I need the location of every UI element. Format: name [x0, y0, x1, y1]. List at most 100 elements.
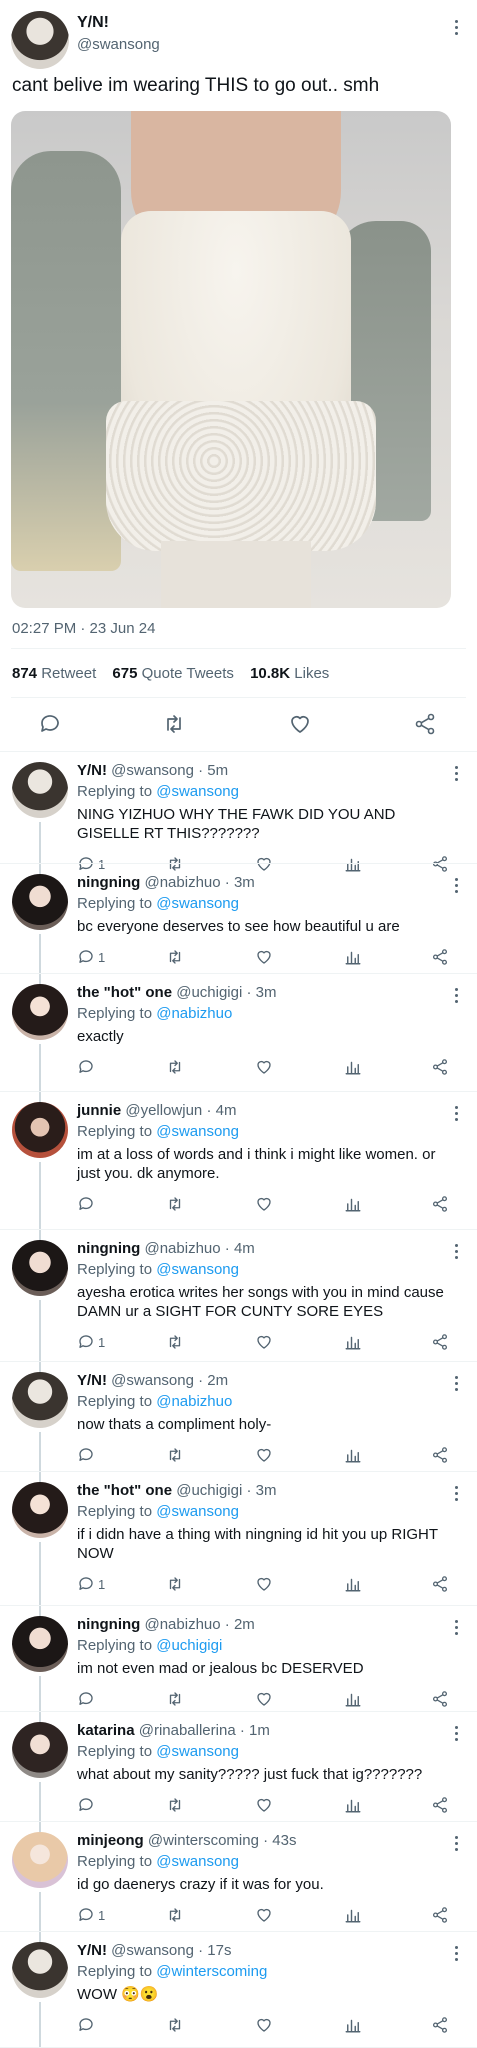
- like-count[interactable]: 10.8K: [250, 665, 290, 682]
- reply-tweet[interactable]: ningning @nabizhuo · 2m Replying to @uchi…: [0, 1606, 477, 1722]
- like-icon[interactable]: [255, 948, 273, 966]
- reply-author-name[interactable]: ningning: [77, 874, 140, 891]
- reply-time[interactable]: 17s: [207, 1942, 231, 1959]
- retweet-icon[interactable]: [166, 1333, 184, 1351]
- reply-author-handle[interactable]: @yellowjun: [125, 1102, 202, 1119]
- reply-button[interactable]: 1: [77, 948, 105, 966]
- like-icon[interactable]: [255, 1906, 273, 1924]
- replying-to-handle[interactable]: @swansong: [156, 1503, 239, 1520]
- retweet-count[interactable]: 874: [12, 665, 37, 682]
- quote-count[interactable]: 675: [112, 665, 137, 682]
- replying-to-handle[interactable]: @nabizhuo: [156, 1005, 232, 1022]
- share-icon[interactable]: [431, 1690, 449, 1708]
- reply-tweet[interactable]: ningning @nabizhuo · 3m Replying to @swan…: [0, 864, 477, 984]
- analytics-icon[interactable]: [344, 1446, 362, 1464]
- analytics-icon[interactable]: [344, 1333, 362, 1351]
- like-label[interactable]: Likes: [294, 665, 329, 682]
- like-icon[interactable]: [255, 1796, 273, 1814]
- more-icon[interactable]: [455, 766, 459, 782]
- analytics-icon[interactable]: [344, 1906, 362, 1924]
- replying-to-handle[interactable]: @swansong: [156, 895, 239, 912]
- retweet-icon[interactable]: [166, 1796, 184, 1814]
- analytics-icon[interactable]: [344, 948, 362, 966]
- reply-button[interactable]: [77, 1195, 98, 1213]
- reply-author-handle[interactable]: @nabizhuo: [144, 1616, 220, 1633]
- more-icon[interactable]: [455, 1486, 459, 1502]
- reply-button[interactable]: [77, 1446, 98, 1464]
- share-icon[interactable]: [431, 1058, 449, 1076]
- share-icon[interactable]: [431, 2016, 449, 2034]
- share-icon[interactable]: [431, 1195, 449, 1213]
- reply-author-handle[interactable]: @swansong: [111, 1372, 194, 1389]
- replying-to-handle[interactable]: @swansong: [156, 1853, 239, 1870]
- reply-author-name[interactable]: ningning: [77, 1240, 140, 1257]
- avatar[interactable]: [12, 874, 68, 930]
- analytics-icon[interactable]: [344, 2016, 362, 2034]
- reply-author-name[interactable]: junnie: [77, 1102, 121, 1119]
- reply-author-name[interactable]: the "hot" one: [77, 984, 172, 1001]
- reply-author-handle[interactable]: @rinaballerina: [139, 1722, 236, 1739]
- reply-time[interactable]: 1m: [249, 1722, 270, 1739]
- like-icon[interactable]: [255, 1575, 273, 1593]
- more-icon[interactable]: [455, 20, 459, 36]
- avatar[interactable]: [12, 1102, 68, 1158]
- reply-tweet[interactable]: junnie @yellowjun · 4m Replying to @swans…: [0, 1092, 477, 1240]
- share-icon[interactable]: [431, 1575, 449, 1593]
- analytics-icon[interactable]: [344, 1575, 362, 1593]
- retweet-icon[interactable]: [166, 1575, 184, 1593]
- retweet-icon[interactable]: [166, 2016, 184, 2034]
- reply-author-name[interactable]: Y/N!: [77, 762, 107, 779]
- retweet-icon[interactable]: [166, 1690, 184, 1708]
- reply-tweet[interactable]: Y/N! @swansong · 2m Replying to @nabizhuo…: [0, 1362, 477, 1482]
- share-icon[interactable]: [431, 1446, 449, 1464]
- share-icon[interactable]: [431, 1333, 449, 1351]
- replying-to-handle[interactable]: @swansong: [156, 1743, 239, 1760]
- tweet-photo[interactable]: [11, 111, 451, 608]
- retweet-icon[interactable]: [166, 1058, 184, 1076]
- analytics-icon[interactable]: [344, 1796, 362, 1814]
- reply-time[interactable]: 3m: [256, 1482, 277, 1499]
- more-icon[interactable]: [455, 878, 459, 894]
- reply-tweet[interactable]: the "hot" one @uchigigi · 3m Replying to …: [0, 974, 477, 1102]
- reply-tweet[interactable]: the "hot" one @uchigigi · 3m Replying to …: [0, 1472, 477, 1616]
- reply-tweet[interactable]: katarina @rinaballerina · 1m Replying to …: [0, 1712, 477, 1832]
- reply-author-handle[interactable]: @nabizhuo: [144, 1240, 220, 1257]
- avatar[interactable]: [12, 1372, 68, 1428]
- avatar[interactable]: [12, 1482, 68, 1538]
- more-icon[interactable]: [455, 1106, 459, 1122]
- reply-author-handle[interactable]: @swansong: [111, 762, 194, 779]
- reply-author-handle[interactable]: @uchigigi: [176, 984, 242, 1001]
- reply-tweet[interactable]: minjeong @winterscoming · 43s Replying to…: [0, 1822, 477, 1942]
- replying-to-handle[interactable]: @swansong: [156, 1123, 239, 1140]
- analytics-icon[interactable]: [344, 1690, 362, 1708]
- retweet-icon[interactable]: [166, 1906, 184, 1924]
- avatar[interactable]: [12, 1722, 68, 1778]
- reply-author-handle[interactable]: @swansong: [111, 1942, 194, 1959]
- replying-to-handle[interactable]: @winterscoming: [156, 1963, 267, 1980]
- reply-tweet[interactable]: ningning @nabizhuo · 4m Replying to @swan…: [0, 1230, 477, 1372]
- more-icon[interactable]: [455, 1726, 459, 1742]
- reply-time[interactable]: 3m: [256, 984, 277, 1001]
- like-icon[interactable]: [255, 1690, 273, 1708]
- reply-author-name[interactable]: Y/N!: [77, 1942, 107, 1959]
- replying-to-handle[interactable]: @uchigigi: [156, 1637, 222, 1654]
- reply-button[interactable]: [77, 2016, 98, 2034]
- reply-author-name[interactable]: Y/N!: [77, 1372, 107, 1389]
- avatar[interactable]: [12, 1942, 68, 1998]
- reply-time[interactable]: 5m: [207, 762, 228, 779]
- replying-to-handle[interactable]: @swansong: [156, 1261, 239, 1278]
- reply-tweet[interactable]: Y/N! @swansong · 17s Replying to @winters…: [0, 1932, 477, 2048]
- reply-button[interactable]: 1: [77, 1906, 105, 1924]
- retweet-icon[interactable]: [166, 1195, 184, 1213]
- reply-time[interactable]: 4m: [216, 1102, 237, 1119]
- reply-author-handle[interactable]: @uchigigi: [176, 1482, 242, 1499]
- avatar[interactable]: [11, 11, 69, 69]
- like-icon[interactable]: [255, 1195, 273, 1213]
- avatar[interactable]: [12, 762, 68, 818]
- avatar[interactable]: [12, 984, 68, 1040]
- author-name[interactable]: Y/N!: [77, 14, 109, 32]
- reply-author-name[interactable]: minjeong: [77, 1832, 144, 1849]
- reply-time[interactable]: 3m: [234, 874, 255, 891]
- reply-icon[interactable]: [38, 712, 62, 736]
- reply-time[interactable]: 2m: [234, 1616, 255, 1633]
